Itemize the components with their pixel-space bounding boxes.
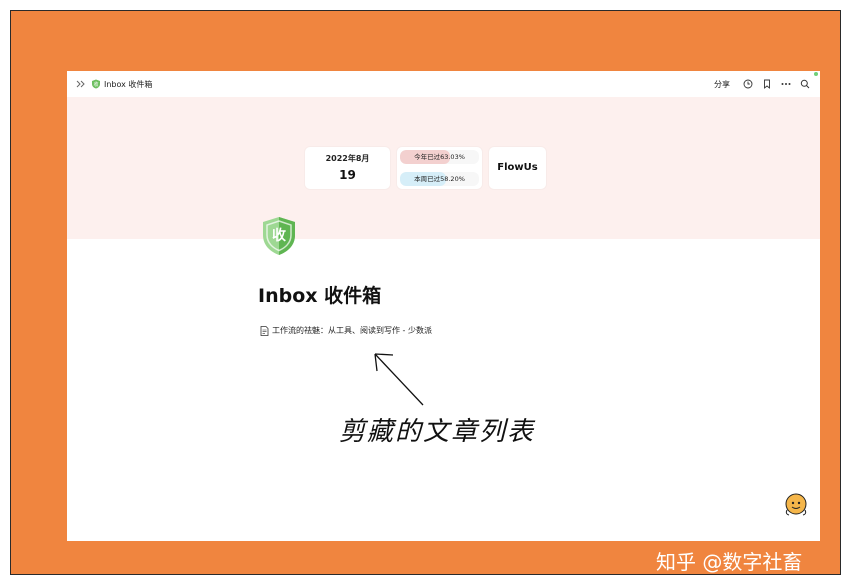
page-title: Inbox 收件箱: [258, 285, 382, 307]
more-options-icon[interactable]: [780, 79, 791, 90]
progress-widget: 今年已过63.03% 本周已过58.20%: [397, 147, 482, 189]
help-mascot-icon[interactable]: [783, 493, 809, 517]
app-window: 收 Inbox 收件箱 分享 2022年8月 19 今年已过63.03% 本周已…: [67, 71, 820, 541]
expand-sidebar-icon[interactable]: [75, 78, 87, 90]
cover-area: 2022年8月 19 今年已过63.03% 本周已过58.20% FlowUs: [67, 97, 820, 239]
svg-text:收: 收: [93, 81, 98, 88]
brand-widget: FlowUs: [489, 147, 546, 189]
subpage-title: 工作流的祛魅：从工具、阅读到写作 - 少数派: [272, 326, 432, 335]
annotation-arrow: [374, 353, 424, 406]
svg-text:收: 收: [272, 227, 287, 244]
annotation-text: 剪藏的文章列表: [339, 417, 536, 447]
screenshot-frame: 收 Inbox 收件箱 分享 2022年8月 19 今年已过63.03% 本周已…: [10, 10, 841, 575]
document-icon: [260, 325, 269, 336]
share-button[interactable]: 分享: [710, 77, 734, 92]
year-progress-text: 今年已过63.03%: [414, 153, 465, 161]
search-icon[interactable]: [799, 79, 810, 90]
top-bar: 收 Inbox 收件箱 分享: [67, 71, 820, 97]
breadcrumb-title: Inbox 收件箱: [104, 79, 153, 89]
watermark: 知乎 @数字社畜: [656, 550, 803, 574]
subpage-link[interactable]: 工作流的祛魅：从工具、阅读到写作 - 少数派: [260, 325, 432, 336]
history-clock-icon[interactable]: [742, 79, 753, 90]
year-progress-bar: 今年已过63.03%: [400, 150, 479, 164]
bookmark-icon[interactable]: [761, 79, 772, 90]
week-progress-text: 本周已过58.20%: [414, 175, 465, 183]
date-day-number: 19: [339, 168, 356, 182]
status-dot: [814, 72, 818, 76]
shield-icon: 收: [92, 79, 100, 89]
date-widget: 2022年8月 19: [305, 147, 390, 189]
breadcrumb[interactable]: 收 Inbox 收件箱: [91, 79, 152, 90]
week-progress-bar: 本周已过58.20%: [400, 172, 479, 186]
page-shield-icon[interactable]: 收: [260, 215, 298, 257]
toolbar-actions: 分享: [710, 77, 810, 92]
date-month-label: 2022年8月: [325, 154, 370, 163]
